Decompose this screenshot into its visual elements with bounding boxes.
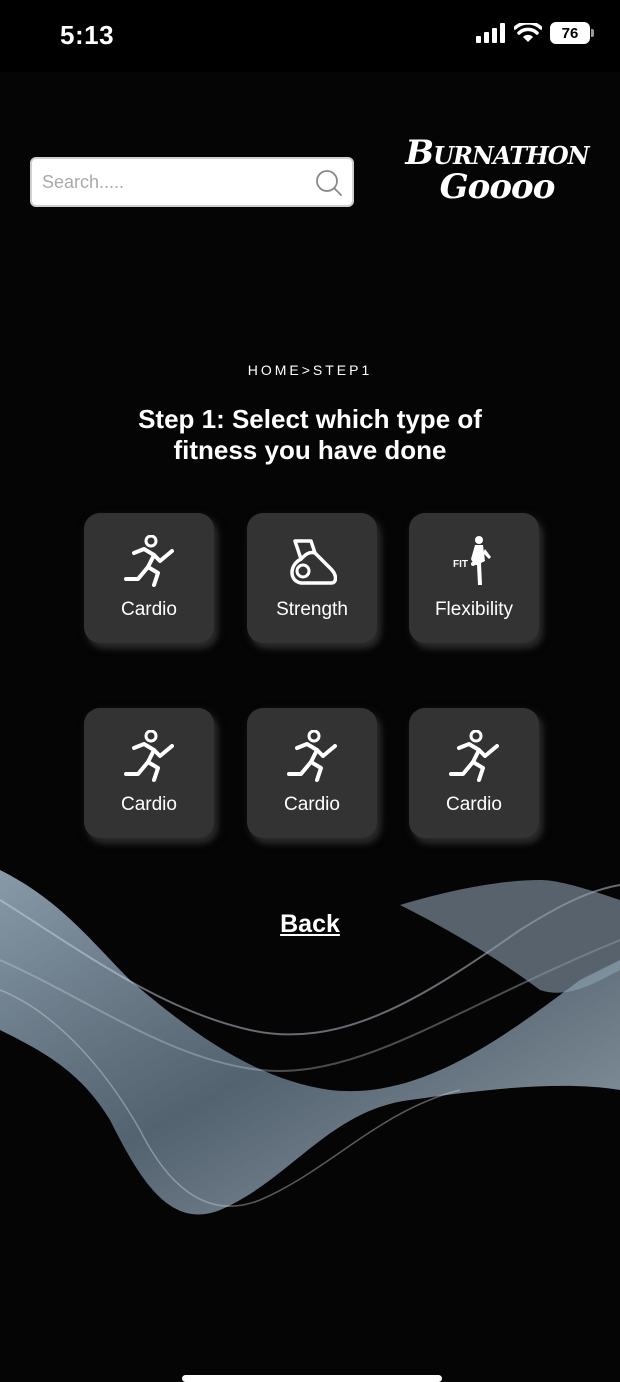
wifi-icon — [514, 23, 542, 42]
brand-logo: Burnathon Goooo — [404, 136, 590, 204]
home-indicator — [182, 1375, 442, 1382]
back-link[interactable]: Back — [0, 910, 620, 939]
tile-label: Cardio — [446, 794, 502, 815]
page-title-line-2: fitness you have done — [173, 435, 447, 465]
running-icon — [449, 730, 499, 782]
battery-icon: 76 — [550, 22, 594, 44]
status-time: 5:13 — [60, 20, 115, 50]
breadcrumb: HOME>STEP1 — [247, 362, 373, 378]
tile-cardio[interactable]: Cardio — [247, 708, 377, 838]
search-icon[interactable] — [314, 168, 344, 198]
brand-line-2: Goooo — [439, 167, 556, 207]
tile-flexibility[interactable]: FIT Flexibility — [409, 513, 539, 643]
status-bar: 5:13 76 — [0, 0, 620, 72]
page-title: Step 1: Select which type of fitness you… — [90, 404, 530, 466]
running-icon — [287, 730, 337, 782]
running-icon — [124, 535, 174, 587]
fitness-figure-icon: FIT — [453, 536, 491, 585]
search-input[interactable] — [42, 159, 312, 205]
tile-label: Cardio — [284, 794, 340, 815]
brand-line-1: Burnathon — [405, 133, 589, 173]
kettlebell-icon — [290, 539, 337, 585]
svg-text:FIT: FIT — [453, 559, 468, 570]
search-box[interactable] — [30, 157, 354, 207]
signal-icon — [476, 23, 505, 43]
tile-label: Strength — [276, 599, 348, 620]
tile-cardio[interactable]: Cardio — [84, 513, 214, 643]
tile-label: Cardio — [121, 599, 177, 620]
tile-label: Flexibility — [434, 599, 514, 620]
page-title-line-1: Step 1: Select which type of — [138, 404, 482, 434]
running-icon — [124, 730, 174, 782]
tile-cardio[interactable]: Cardio — [84, 708, 214, 838]
tile-strength[interactable]: Strength — [247, 513, 377, 643]
tile-label: Cardio — [121, 794, 177, 815]
status-icons: 76 — [476, 22, 594, 44]
tile-cardio[interactable]: Cardio — [409, 708, 539, 838]
